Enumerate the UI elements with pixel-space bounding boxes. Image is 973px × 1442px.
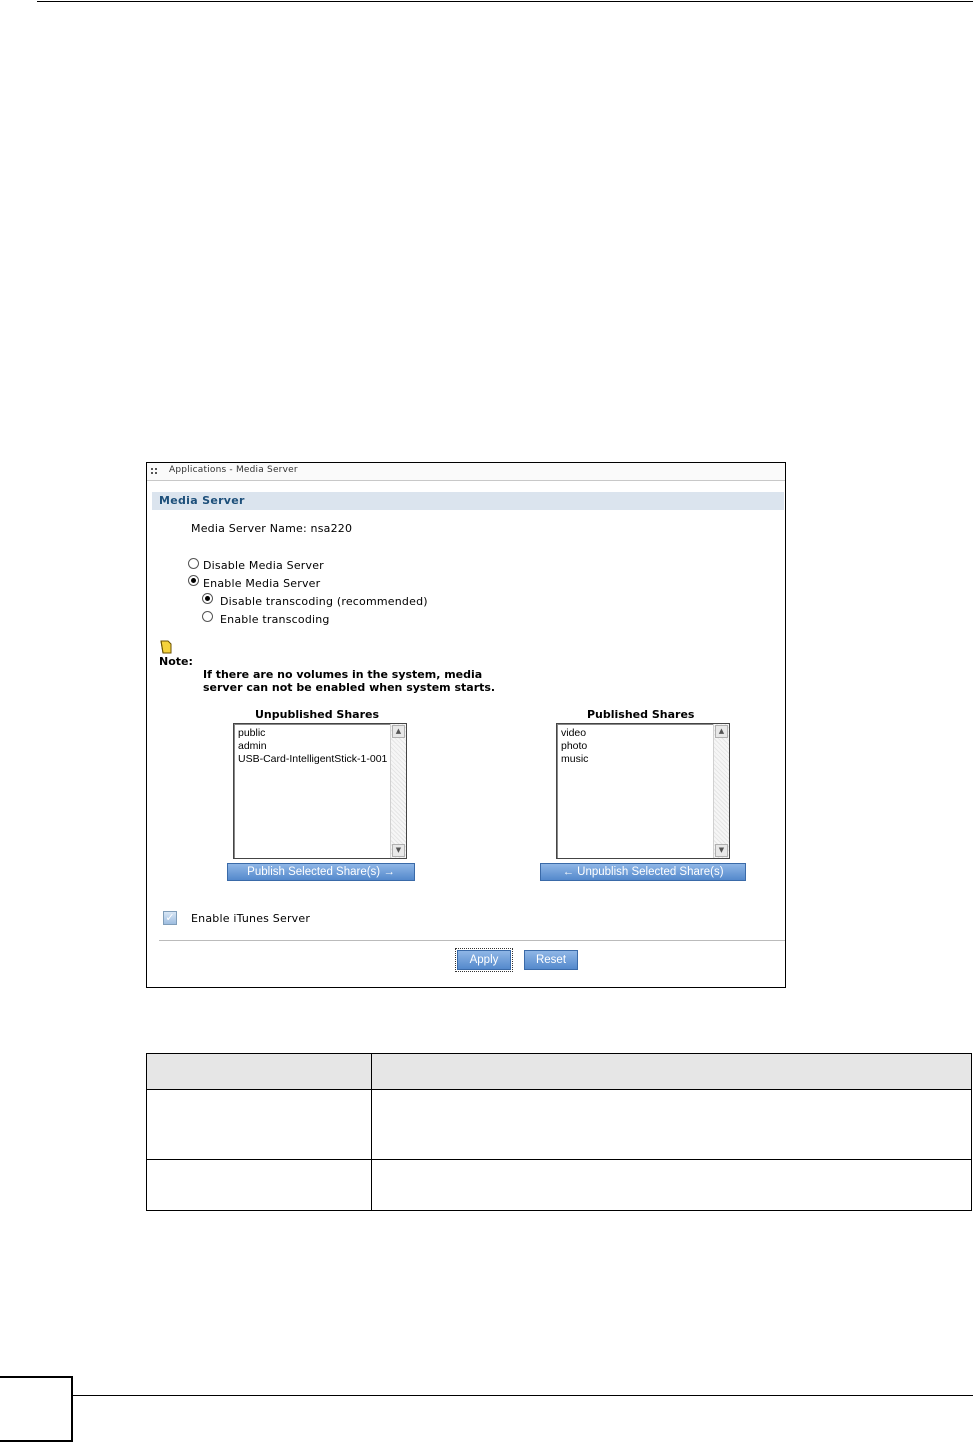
- checkmark-icon: ✓: [165, 911, 175, 924]
- disable-media-server-radio[interactable]: [188, 558, 199, 569]
- window-titlebar: Applications - Media Server: [147, 463, 785, 481]
- itunes-checkbox[interactable]: ✓: [163, 911, 177, 925]
- enable-media-server-radio[interactable]: [188, 575, 199, 586]
- scroll-down-icon[interactable]: ▼: [392, 844, 405, 857]
- scrollbar[interactable]: ▲ ▼: [390, 724, 406, 858]
- enable-media-server-label[interactable]: Enable Media Server: [203, 577, 320, 590]
- page-number-box: [0, 1376, 73, 1442]
- itunes-label[interactable]: Enable iTunes Server: [191, 912, 310, 925]
- window-title: Applications - Media Server: [169, 465, 298, 475]
- enable-transcoding-radio[interactable]: [202, 611, 213, 622]
- reset-button[interactable]: Reset: [524, 950, 578, 970]
- unpublish-button[interactable]: ← Unpublish Selected Share(s): [540, 863, 746, 881]
- disable-transcoding-label[interactable]: Disable transcoding (recommended): [220, 595, 428, 608]
- note-line-2: server can not be enabled when system st…: [203, 681, 496, 694]
- server-name-label: Media Server Name: nsa220: [191, 522, 353, 535]
- published-shares-list[interactable]: video photo music ▲ ▼: [556, 723, 730, 859]
- note-icon: [160, 640, 172, 654]
- section-title: Media Server: [159, 494, 245, 507]
- list-item[interactable]: photo: [561, 740, 588, 753]
- table-header-row: [146, 1053, 972, 1090]
- list-item[interactable]: music: [561, 753, 588, 766]
- scroll-up-icon[interactable]: ▲: [715, 725, 728, 738]
- note-text: If there are no volumes in the system, m…: [203, 668, 495, 694]
- page-bottom-rule: [73, 1395, 973, 1396]
- list-item[interactable]: admin: [238, 740, 387, 753]
- scroll-down-icon[interactable]: ▼: [715, 844, 728, 857]
- scrollbar[interactable]: ▲ ▼: [713, 724, 729, 858]
- published-shares-title: Published Shares: [587, 708, 695, 721]
- description-table: [146, 1053, 972, 1211]
- list-item[interactable]: USB-Card-IntelligentStick-1-001: [238, 753, 387, 766]
- note-label: Note:: [159, 655, 193, 668]
- unpublished-shares-list[interactable]: public admin USB-Card-IntelligentStick-1…: [233, 723, 407, 859]
- table-row: [146, 1159, 972, 1211]
- list-item[interactable]: video: [561, 727, 588, 740]
- list-item[interactable]: public: [238, 727, 387, 740]
- publish-button[interactable]: Publish Selected Share(s) →: [227, 863, 415, 881]
- note-line-1: If there are no volumes in the system, m…: [203, 668, 483, 681]
- page-top-rule: [37, 1, 973, 2]
- table-row: [146, 1089, 972, 1160]
- grip-icon: [151, 468, 158, 475]
- apply-button[interactable]: Apply: [455, 948, 513, 972]
- disable-media-server-label[interactable]: Disable Media Server: [203, 559, 324, 572]
- media-server-screenshot: Applications - Media Server Media Server…: [146, 462, 786, 988]
- enable-transcoding-label[interactable]: Enable transcoding: [220, 613, 330, 626]
- divider: [159, 940, 785, 941]
- unpublished-shares-title: Unpublished Shares: [255, 708, 380, 721]
- section-header: Media Server: [152, 492, 784, 510]
- disable-transcoding-radio[interactable]: [202, 593, 213, 604]
- scroll-up-icon[interactable]: ▲: [392, 725, 405, 738]
